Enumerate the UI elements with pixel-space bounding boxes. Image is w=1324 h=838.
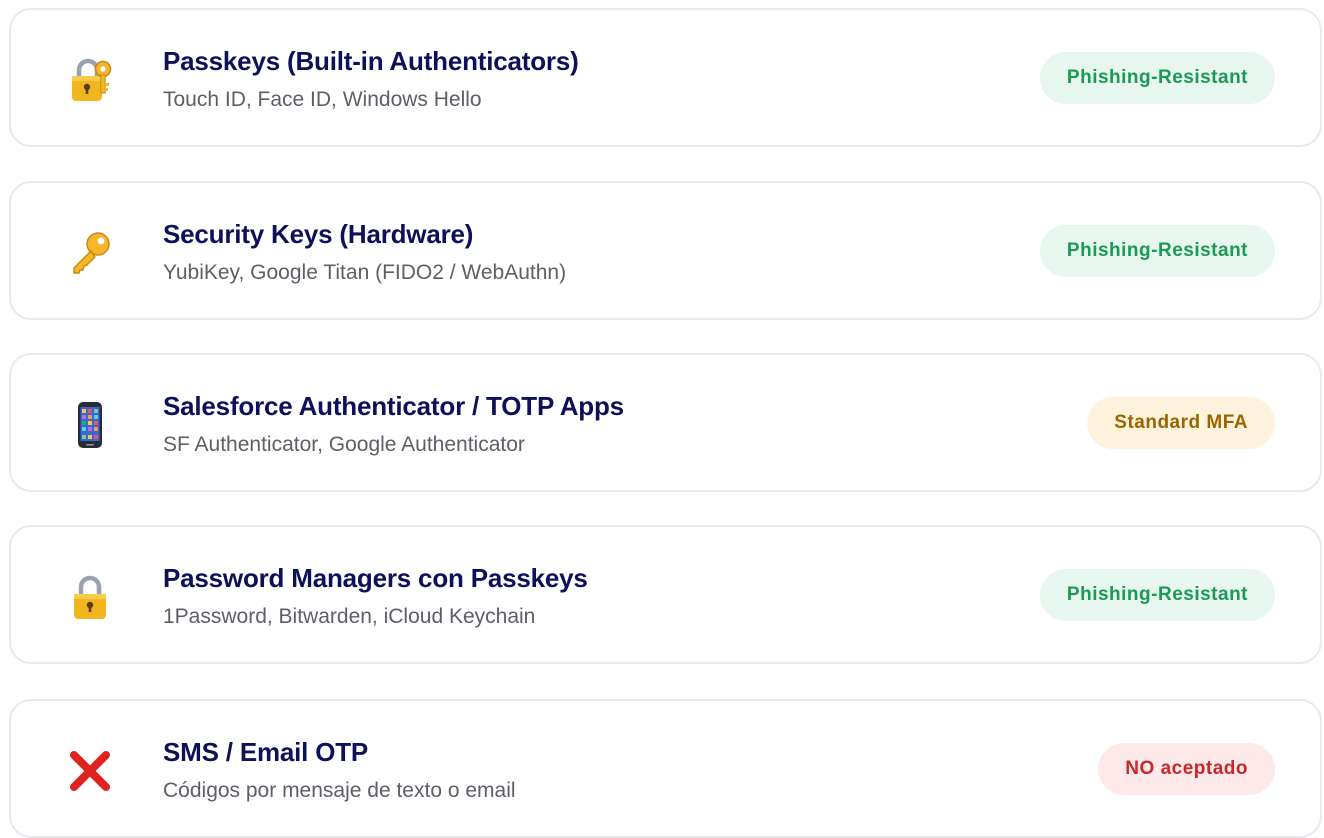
mobile-phone-icon [65, 400, 115, 450]
auth-method-card-security-keys: Security Keys (Hardware) YubiKey, Google… [9, 181, 1322, 320]
padlock-icon [65, 572, 115, 622]
status-badge: Phishing-Resistant [1039, 225, 1275, 277]
auth-method-card-password-managers: Password Managers con Passkeys 1Password… [9, 525, 1322, 664]
method-title: Security Keys (Hardware) [163, 219, 474, 249]
method-title: Password Managers con Passkeys [163, 563, 588, 593]
auth-method-card-totp: Salesforce Authenticator / TOTP Apps SF … [9, 353, 1322, 492]
locked-with-key-icon [65, 55, 115, 105]
method-subtitle: 1Password, Bitwarden, iCloud Keychain [163, 605, 536, 628]
auth-method-card-sms-email: SMS / Email OTP Códigos por mensaje de t… [9, 699, 1322, 838]
status-badge: NO aceptado [1098, 743, 1275, 795]
status-badge: Phishing-Resistant [1039, 569, 1275, 621]
method-title: Salesforce Authenticator / TOTP Apps [163, 391, 624, 421]
method-subtitle: YubiKey, Google Titan (FIDO2 / WebAuthn) [163, 261, 567, 284]
method-subtitle: SF Authenticator, Google Authenticator [163, 433, 525, 456]
method-subtitle: Touch ID, Face ID, Windows Hello [163, 88, 482, 111]
method-subtitle: Códigos por mensaje de texto o email [163, 779, 516, 802]
cross-mark-icon [65, 746, 115, 796]
auth-method-card-passkeys: Passkeys (Built-in Authenticators) Touch… [9, 8, 1322, 147]
method-title: Passkeys (Built-in Authenticators) [163, 46, 579, 76]
method-title: SMS / Email OTP [163, 737, 369, 767]
key-icon [65, 228, 115, 278]
status-badge: Standard MFA [1087, 397, 1275, 449]
status-badge: Phishing-Resistant [1039, 52, 1275, 104]
